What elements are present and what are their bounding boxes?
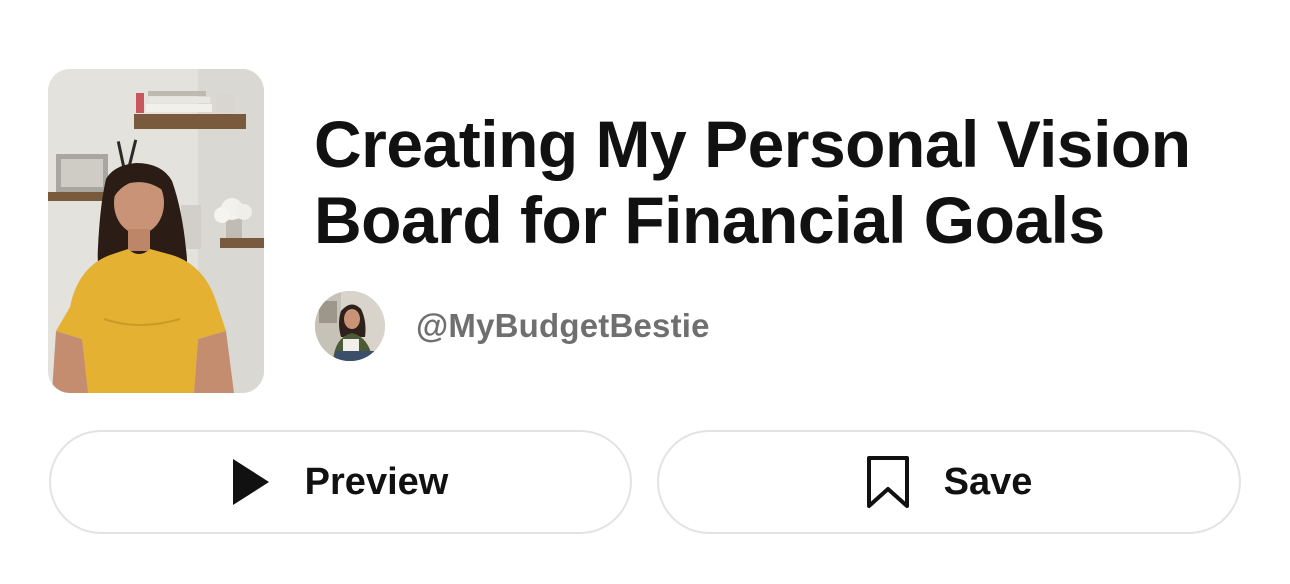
- video-thumbnail[interactable]: [48, 69, 264, 393]
- preview-button[interactable]: Preview: [49, 430, 632, 534]
- author-handle[interactable]: @MyBudgetBestie: [416, 307, 710, 345]
- play-icon: [232, 459, 269, 505]
- save-button[interactable]: Save: [657, 430, 1241, 534]
- preview-label: Preview: [304, 460, 449, 503]
- author-row[interactable]: @MyBudgetBestie: [315, 291, 710, 361]
- save-label: Save: [943, 460, 1033, 503]
- avatar-image: [315, 291, 385, 361]
- pin-title: Creating My Personal Vision Board for Fi…: [314, 107, 1191, 257]
- author-avatar[interactable]: [315, 291, 385, 361]
- bookmark-icon: [866, 455, 910, 509]
- thumbnail-image: [48, 69, 264, 393]
